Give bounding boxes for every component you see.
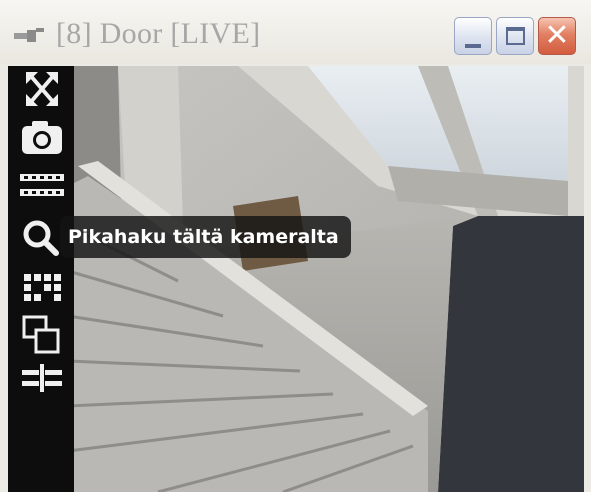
camera-feed[interactable] [8,66,584,492]
close-icon: ✕ [544,18,570,53]
camera-window: [8] Door [LIVE] ✕ Pikahaku tältä kameral… [0,0,591,492]
camera-toolbar [8,66,74,492]
camera-snapshot-icon[interactable] [16,116,68,158]
camera-icon [14,28,44,42]
window-title: [8] Door [LIVE] [56,17,261,50]
close-button[interactable]: ✕ [538,17,576,55]
maximize-button[interactable] [496,17,534,55]
split-icon[interactable] [16,358,68,400]
fullscreen-icon[interactable] [16,68,68,110]
maximize-icon [506,27,525,45]
film-strip-icon[interactable] [16,164,68,206]
camera-image [8,66,584,492]
minimize-button[interactable] [454,17,492,55]
overlap-icon[interactable] [16,314,68,356]
minimize-icon [465,44,481,48]
tooltip-quick-search: Pikahaku tältä kameralta [60,216,351,258]
title-bar[interactable]: [8] Door [LIVE] ✕ [0,0,591,64]
grid-icon[interactable] [16,268,68,310]
